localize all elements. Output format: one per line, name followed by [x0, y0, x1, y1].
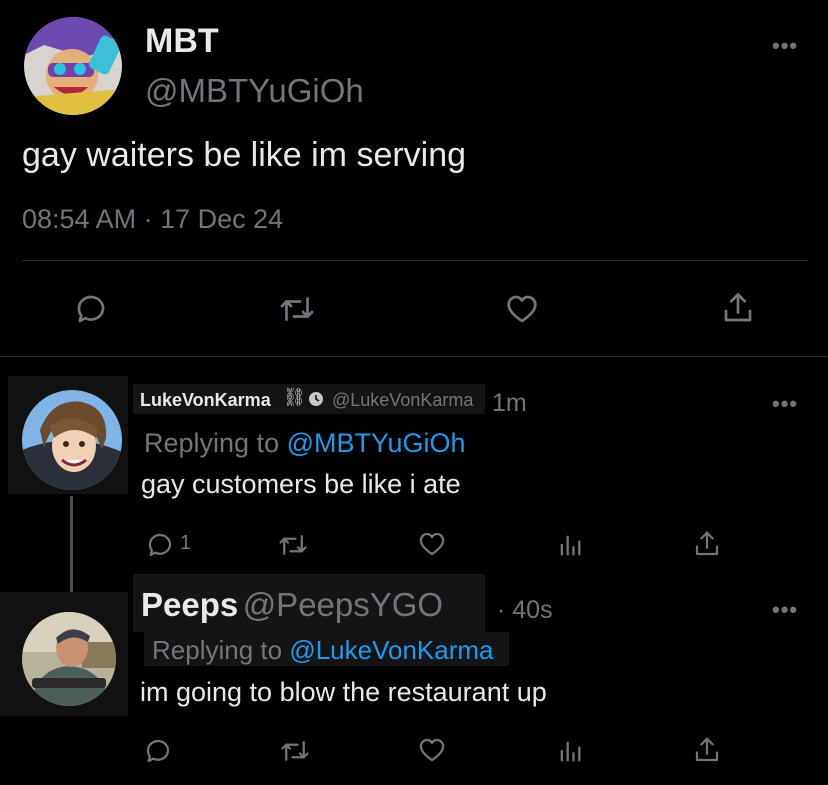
retweet-icon[interactable]	[277, 291, 317, 327]
reply1-replying-handle[interactable]: @MBTYuGiOh	[287, 428, 466, 458]
reply2-more-icon[interactable]: •••	[772, 597, 798, 623]
main-tweet-more-icon[interactable]: •••	[772, 33, 798, 59]
reply1-display-name[interactable]: LukeVonKarma	[140, 390, 271, 411]
reply1-badge-icon: ⛓	[283, 387, 306, 407]
reply-icon[interactable]	[73, 291, 109, 327]
reply2-avatar[interactable]	[22, 612, 116, 706]
reply2-display-name[interactable]: Peeps	[141, 586, 238, 623]
retweet-icon[interactable]	[278, 736, 312, 766]
reply1-reply-count: 1	[180, 532, 192, 554]
main-tweet-text: gay waiters be like im serving	[22, 136, 467, 174]
main-tweet-display-name[interactable]: MBT	[145, 22, 219, 61]
views-icon[interactable]	[556, 530, 584, 560]
reply2-replying-handle[interactable]: @LukeVonKarma	[289, 635, 493, 665]
reply2-handle[interactable]: @PeepsYGO	[243, 586, 443, 623]
reply-icon[interactable]	[143, 736, 173, 766]
main-tweet-separator: ·	[143, 204, 153, 234]
reply-icon[interactable]	[145, 530, 175, 560]
share-icon[interactable]	[720, 289, 756, 327]
reply2-replying-prefix: Replying to	[152, 635, 290, 665]
verified-icon	[308, 391, 324, 407]
reply1-replying-prefix: Replying to	[144, 428, 287, 458]
heart-icon[interactable]	[503, 291, 541, 327]
reply2-text: im going to blow the restaurant up	[140, 677, 547, 707]
reply2-separator: ·	[497, 596, 506, 624]
retweet-icon[interactable]	[276, 530, 310, 560]
reply1-more-icon[interactable]: •••	[772, 391, 798, 417]
reply2-timestamp[interactable]: · 40s	[497, 596, 553, 625]
views-icon[interactable]	[556, 736, 584, 766]
share-icon[interactable]	[692, 528, 722, 560]
reply1-replying-to: Replying to @MBTYuGiOh	[144, 428, 466, 459]
reply1-avatar[interactable]	[22, 390, 122, 490]
reply2-replying-to: Replying to @LukeVonKarma	[152, 635, 494, 666]
main-tweet-timestamp[interactable]: 08:54 AM · 17 Dec 24	[22, 204, 283, 235]
share-icon[interactable]	[692, 734, 722, 766]
main-tweet-handle[interactable]: @MBTYuGiOh	[145, 72, 364, 110]
main-tweet-divider	[22, 260, 808, 261]
reply2-name-line: Peeps @PeepsYGO	[141, 586, 443, 624]
reply1-handle[interactable]: @LukeVonKarma	[332, 390, 473, 411]
main-tweet-date: 17 Dec 24	[160, 204, 284, 234]
thread-line	[70, 496, 73, 592]
main-tweet-avatar[interactable]	[24, 17, 122, 115]
main-tweet-time: 08:54 AM	[22, 204, 137, 234]
heart-icon[interactable]	[416, 529, 448, 559]
reply2-time: 40s	[512, 596, 553, 624]
section-divider	[0, 356, 828, 357]
reply1-time[interactable]: 1m	[492, 389, 527, 418]
reply1-text: gay customers be like i ate	[141, 469, 461, 499]
heart-icon[interactable]	[416, 735, 448, 765]
